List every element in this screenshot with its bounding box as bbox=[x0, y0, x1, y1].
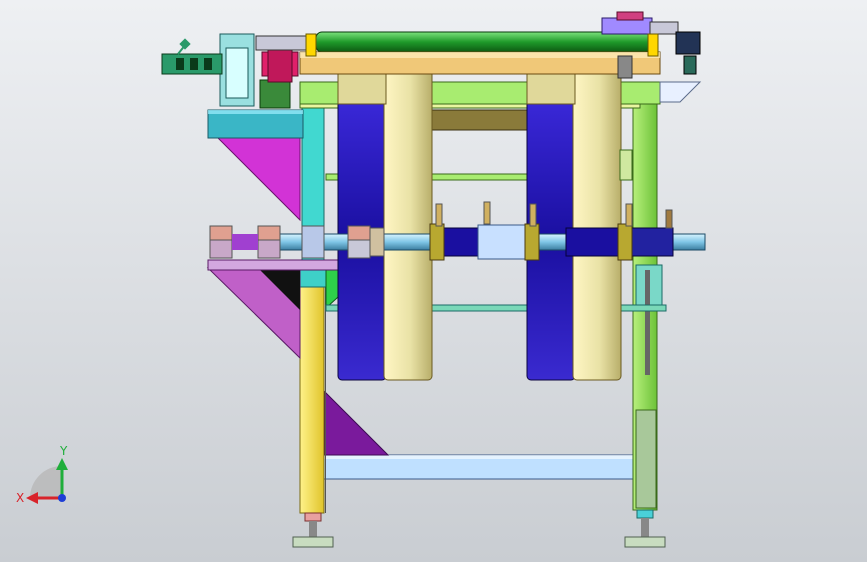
bottom-gusset-plate bbox=[324, 390, 390, 456]
rear-cross-plate bbox=[429, 109, 531, 131]
upper-side-shelf bbox=[207, 109, 304, 139]
axis-triad: Y X bbox=[16, 444, 68, 505]
right-leveling-foot bbox=[624, 509, 666, 548]
z-axis-dot bbox=[58, 494, 66, 502]
top-roller bbox=[299, 31, 661, 75]
cad-viewport[interactable]: Y X bbox=[0, 0, 867, 562]
upper-magenta-gusset bbox=[216, 137, 301, 222]
bottom-crossbeam bbox=[322, 454, 636, 480]
left-leveling-foot bbox=[292, 512, 334, 548]
gear-coupling bbox=[255, 35, 307, 83]
right-vertical-rod bbox=[645, 270, 650, 375]
left-leg bbox=[299, 99, 327, 514]
y-axis-label: Y bbox=[59, 444, 68, 458]
x-axis-label: X bbox=[16, 491, 24, 505]
